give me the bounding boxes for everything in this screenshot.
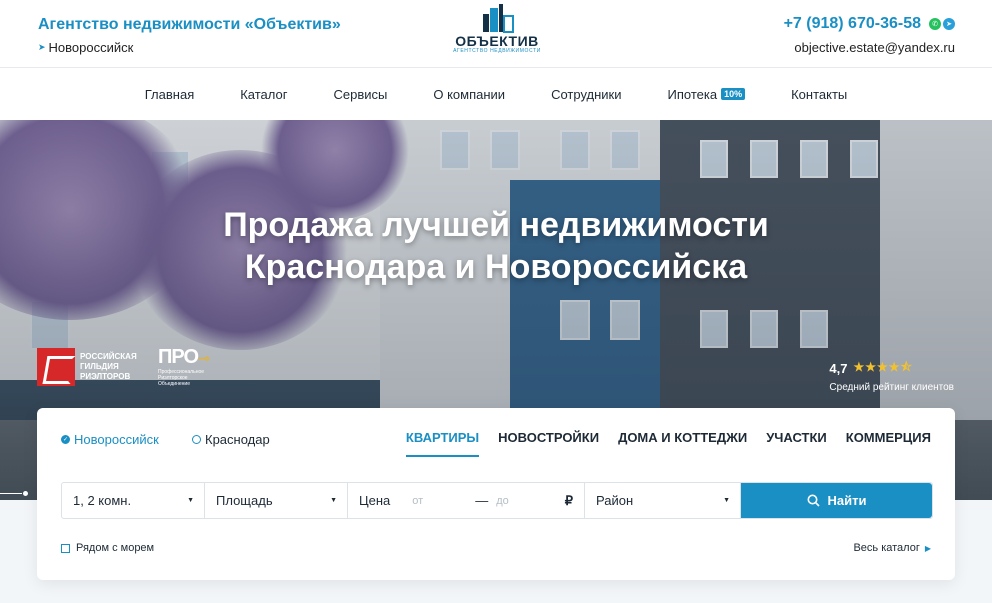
key-icon: ⊸ xyxy=(198,350,210,366)
city-selector[interactable]: ➤ Новороссийск xyxy=(38,40,133,55)
tab-plots[interactable]: УЧАСТКИ xyxy=(766,430,827,457)
rating-stars-icon: ★★★★⯪ xyxy=(853,360,913,374)
phone-number[interactable]: +7 (918) 670-36-58 xyxy=(784,15,921,33)
nav-item-home[interactable]: Главная xyxy=(145,87,194,102)
pro-mark: ПРО⊸ xyxy=(158,346,218,369)
rooms-select[interactable]: 1, 2 комн. ▼ xyxy=(62,483,205,518)
nav-label: Ипотека xyxy=(667,86,718,102)
find-button[interactable]: Найти xyxy=(741,483,932,518)
caret-down-icon: ▼ xyxy=(187,497,194,504)
search-filters: 1, 2 комн. ▼ Площадь ▼ Цена от — до ₽ Ра… xyxy=(61,482,933,519)
rgr-text: РОССИЙСКАЯ ГИЛЬДИЯ РИЭЛТОРОВ xyxy=(80,352,137,381)
chevron-right-icon: ▶ xyxy=(924,543,931,553)
nav-label: Главная xyxy=(144,86,195,102)
caret-down-icon: ▼ xyxy=(330,497,337,504)
rgr-emblem-icon xyxy=(37,348,75,386)
nav-item-contacts[interactable]: Контакты xyxy=(791,87,847,102)
tab-houses[interactable]: ДОМА И КОТТЕДЖИ xyxy=(618,430,747,457)
hero-title-line2: Краснодара и Новороссийска xyxy=(244,248,748,286)
slider-dot[interactable] xyxy=(23,491,28,496)
city-radio-label: Новороссийск xyxy=(74,432,159,447)
city-radio-krasnodar[interactable]: Краснодар xyxy=(192,432,270,447)
logo-building-icon xyxy=(483,4,514,33)
rating-row: 4,7 ★★★★⯪ xyxy=(829,358,954,379)
nav-item-services[interactable]: Сервисы xyxy=(334,87,388,102)
city-radio-novorossiysk[interactable]: ✓ Новороссийск xyxy=(61,432,159,447)
nav-label: Сервисы xyxy=(333,86,388,102)
tab-apartments[interactable]: КВАРТИРЫ xyxy=(405,430,480,457)
find-label: Найти xyxy=(827,493,867,508)
slider-line xyxy=(0,493,22,494)
slider-indicator[interactable] xyxy=(0,491,30,496)
area-label: Площадь xyxy=(216,493,273,508)
search-icon xyxy=(807,494,820,507)
currency-icon: ₽ xyxy=(564,492,573,508)
rating-value: 4,7 xyxy=(829,361,848,376)
rooms-value: 1, 2 комн. xyxy=(73,493,132,508)
radio-unchecked-icon xyxy=(192,435,201,444)
hero-title-line1: Продажа лучшей недвижимости xyxy=(223,206,769,244)
area-select[interactable]: Площадь ▼ xyxy=(205,483,348,518)
full-catalog-link[interactable]: Весь каталог ▶ xyxy=(853,542,931,554)
logo-subtitle: АГЕНТСТВО НЕДВИЖИМОСТИ xyxy=(453,48,541,54)
caret-down-icon: ▼ xyxy=(723,497,730,504)
nav-label: О компании xyxy=(433,86,506,102)
site-header: Агентство недвижимости «Объектив» ➤ Ново… xyxy=(0,0,992,68)
logo[interactable]: ОБЪЕКТИВ АГЕНТСТВО НЕДВИЖИМОСТИ xyxy=(439,4,555,62)
city-radio-label: Краснодар xyxy=(205,432,270,447)
main-nav: Главная Каталог Сервисы О компании Сотру… xyxy=(0,68,992,120)
catalog-link-label: Весь каталог xyxy=(853,542,920,554)
mortgage-rate-badge: 10% xyxy=(721,88,746,100)
search-card: ✓ Новороссийск Краснодар КВАРТИРЫ НОВОСТ… xyxy=(37,408,955,580)
client-rating: 4,7 ★★★★⯪ Средний рейтинг клиентов xyxy=(829,358,954,393)
agency-title[interactable]: Агентство недвижимости «Объектив» xyxy=(38,16,341,34)
near-sea-label: Рядом с морем xyxy=(76,542,155,554)
whatsapp-icon[interactable]: ✆ xyxy=(929,18,941,30)
city-label: Новороссийск xyxy=(48,40,134,55)
location-arrow-icon: ➤ xyxy=(38,42,46,52)
pro-logo: ПРО⊸ Профессиональное Риэлторское Объеди… xyxy=(158,346,218,387)
property-type-tabs: КВАРТИРЫ НОВОСТРОЙКИ ДОМА И КОТТЕДЖИ УЧА… xyxy=(405,430,931,457)
radio-checked-icon: ✓ xyxy=(61,435,70,444)
price-label: Цена xyxy=(359,493,391,508)
price-to-input[interactable]: до xyxy=(496,495,509,507)
rating-caption: Средний рейтинг клиентов xyxy=(829,382,954,393)
email-link[interactable]: objective.estate@yandex.ru xyxy=(794,40,955,55)
district-label: Район xyxy=(596,493,634,508)
nav-item-staff[interactable]: Сотрудники xyxy=(551,87,621,102)
rgr-logo: РОССИЙСКАЯ ГИЛЬДИЯ РИЭЛТОРОВ xyxy=(37,348,150,386)
pro-text: Профессиональное Риэлторское Объединение xyxy=(158,369,205,387)
checkbox-icon xyxy=(61,543,70,553)
price-from-input[interactable]: от xyxy=(412,495,423,507)
district-select[interactable]: Район ▼ xyxy=(585,483,741,518)
tab-new-buildings[interactable]: НОВОСТРОЙКИ xyxy=(498,430,599,457)
pro-mark-text: ПРО xyxy=(158,346,199,368)
nav-label: Сотрудники xyxy=(551,86,622,102)
nav-item-about[interactable]: О компании xyxy=(433,87,505,102)
price-range: Цена от — до ₽ xyxy=(348,483,585,518)
near-sea-checkbox[interactable]: Рядом с морем xyxy=(61,542,154,554)
tab-commercial[interactable]: КОММЕРЦИЯ xyxy=(846,430,931,457)
nav-item-catalog[interactable]: Каталог xyxy=(240,87,287,102)
price-dash: — xyxy=(475,493,489,508)
contact-phone: +7 (918) 670-36-58 ✆ ➤ xyxy=(784,15,955,33)
nav-label: Каталог xyxy=(240,86,288,102)
nav-label: Контакты xyxy=(791,86,848,102)
nav-item-mortgage[interactable]: Ипотека 10% xyxy=(668,87,746,102)
telegram-icon[interactable]: ➤ xyxy=(943,18,955,30)
logo-wordmark: ОБЪЕКТИВ xyxy=(455,33,539,49)
hero-title: Продажа лучшей недвижимости Краснодара и… xyxy=(0,204,992,288)
